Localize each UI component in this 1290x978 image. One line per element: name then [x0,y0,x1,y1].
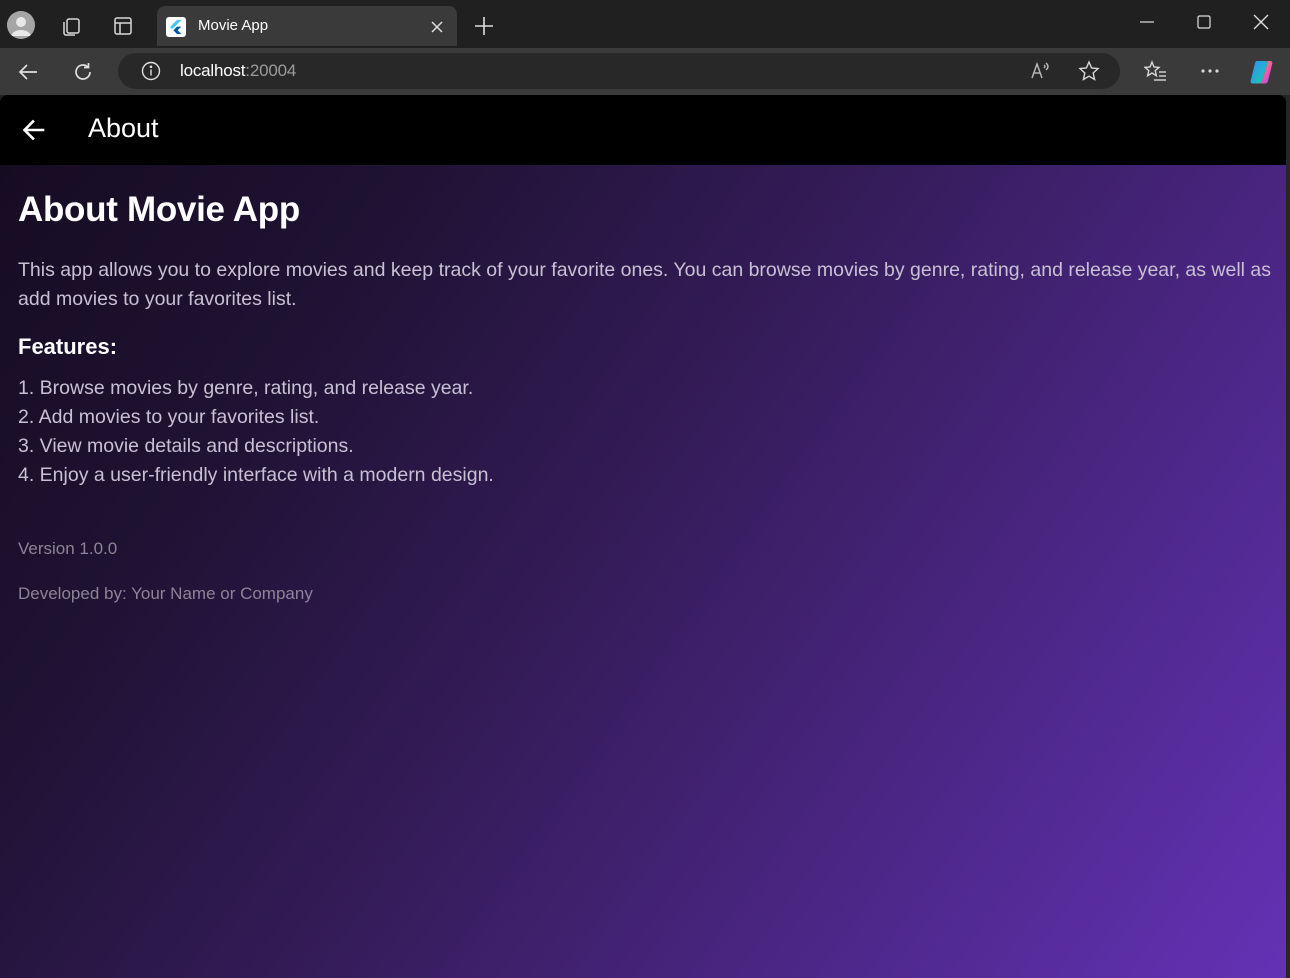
minimize-icon[interactable] [1133,8,1161,36]
app-viewport: About About Movie App This app allows yo… [0,95,1286,978]
developer-text: Developed by: Your Name or Company [18,584,313,603]
workspaces-icon[interactable] [58,13,84,39]
info-icon[interactable] [139,58,163,84]
app-bar: About [0,95,1286,165]
maximize-icon[interactable] [1190,8,1218,36]
window-edge [1286,95,1290,978]
tab-movie-app[interactable]: Movie App [157,6,457,46]
list-item: 4. Enjoy a user-friendly interface with … [18,464,494,486]
profile-avatar-icon[interactable] [7,11,35,39]
url-text[interactable]: localhost:20004 [180,61,296,81]
arrow-left-icon[interactable] [18,115,48,145]
tab-title: Movie App [198,17,269,34]
list-item: 3. View movie details and descriptions. [18,435,354,457]
reload-icon[interactable] [68,57,98,87]
version-text: Version 1.0.0 [18,539,118,558]
star-icon[interactable] [1075,57,1103,85]
app-description: This app allows you to explore movies an… [18,259,1272,310]
features-heading: Features: [18,334,118,359]
about-content: About Movie App This app allows you to e… [0,165,1286,978]
browser-tabstrip: Movie App [0,0,1290,48]
about-heading: About Movie App [18,190,300,229]
read-aloud-icon[interactable] [1026,57,1054,85]
page-title: About [88,113,159,143]
arrow-left-icon[interactable] [13,57,43,87]
tab-actions-icon[interactable] [110,13,136,39]
plus-icon[interactable] [471,13,497,39]
more-icon[interactable] [1196,57,1224,85]
flutter-favicon-icon [166,17,186,37]
features-list: 1. Browse movies by genre, rating, and r… [18,374,494,490]
browser-toolbar: localhost:20004 [0,48,1290,95]
close-icon[interactable] [427,17,447,37]
list-item: 1. Browse movies by genre, rating, and r… [18,377,474,399]
url-host: localhost [180,61,246,80]
close-icon[interactable] [1247,8,1275,36]
url-port: :20004 [245,61,297,80]
favorites-list-icon[interactable] [1142,57,1170,85]
copilot-icon[interactable] [1247,57,1277,87]
list-item: 2. Add movies to your favorites list. [18,406,320,428]
